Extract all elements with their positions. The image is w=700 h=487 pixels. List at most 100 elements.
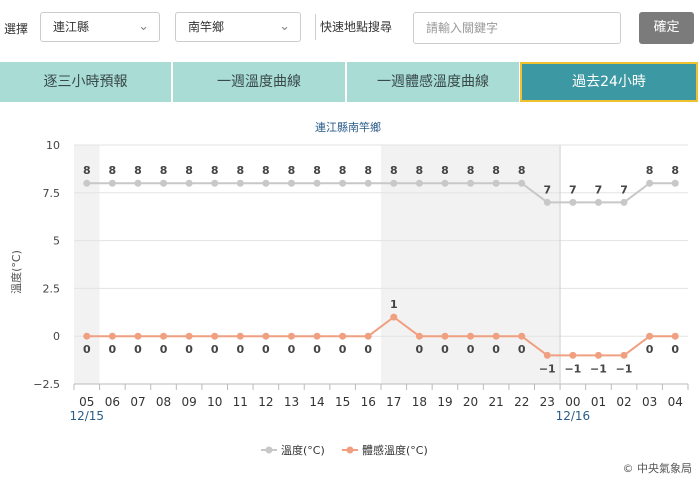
- temperature-data-label: 8: [492, 164, 500, 177]
- temperature-data-label: 7: [595, 183, 603, 196]
- temperature-data-label: 8: [211, 164, 219, 177]
- temperature-chart: 連江縣南竿鄉 溫度(°C) 107.552.50−2.5 05 06 07 08 09 1…: [9, 120, 693, 475]
- township-select[interactable]: 南竿鄉 ⌄: [175, 12, 301, 42]
- apparent-temperature-point: [543, 351, 551, 359]
- apparent-temperature-data-label: 0: [646, 343, 654, 356]
- temperature-data-label: 8: [671, 164, 679, 177]
- apparent-temperature-data-label: 0: [441, 343, 449, 356]
- y-tick-label: 5: [53, 235, 60, 248]
- credit-text: © 中央氣象局: [623, 461, 693, 475]
- tab-3hour-forecast[interactable]: 逐三小時預報: [0, 62, 171, 102]
- apparent-temperature-data-label: 1: [390, 298, 398, 311]
- apparent-temperature-point: [287, 332, 295, 340]
- tab-past-24-hours[interactable]: 過去24小時: [520, 62, 698, 102]
- temperature-point: [134, 179, 142, 187]
- apparent-temperature-point: [108, 332, 116, 340]
- apparent-temperature-data-label: −1: [616, 362, 633, 375]
- date-label: 12/15: [69, 409, 104, 423]
- apparent-temperature-point: [390, 313, 398, 321]
- tab-weekly-temperature[interactable]: 一週溫度曲線: [173, 62, 345, 102]
- apparent-temperature-point: [441, 332, 449, 340]
- apparent-temperature-point: [262, 332, 270, 340]
- temperature-data-label: 7: [620, 183, 628, 196]
- temperature-data-label: 7: [569, 183, 577, 196]
- temperature-data-label: 8: [339, 164, 347, 177]
- temperature-data-label: 8: [262, 164, 270, 177]
- apparent-temperature-data-label: 0: [364, 343, 372, 356]
- x-tick-label: 18: [412, 395, 427, 409]
- temperature-point: [671, 179, 679, 187]
- apparent-temperature-point: [671, 332, 679, 340]
- apparent-temperature-data-label: 0: [492, 343, 500, 356]
- temperature-point: [620, 198, 628, 206]
- confirm-button[interactable]: 確定: [639, 12, 694, 44]
- x-tick-label: 16: [361, 395, 376, 409]
- apparent-temperature-point: [646, 332, 654, 340]
- apparent-temperature-point: [467, 332, 475, 340]
- quick-search-label: 快速地點搜尋: [315, 14, 392, 40]
- apparent-temperature-data-label: 0: [185, 343, 193, 356]
- tab-weekly-apparent-temperature[interactable]: 一週體感溫度曲線: [347, 62, 519, 102]
- township-select-value: 南竿鄉: [188, 20, 225, 34]
- x-tick-label: 07: [130, 395, 145, 409]
- temperature-point: [594, 198, 602, 206]
- x-tick-label: 22: [514, 395, 529, 409]
- y-tick-label: 0: [53, 330, 60, 343]
- temperature-data-label: 8: [467, 164, 475, 177]
- apparent-temperature-point: [313, 332, 321, 340]
- tab-bar: 逐三小時預報 一週溫度曲線 一週體感溫度曲線 過去24小時: [0, 62, 700, 104]
- chart-title: 連江縣南竿鄉: [315, 120, 381, 134]
- y-axis-label: 溫度(°C): [9, 250, 23, 294]
- y-tick-label: −2.5: [33, 378, 60, 391]
- apparent-temperature-data-label: −1: [564, 362, 581, 375]
- apparent-temperature-point: [620, 351, 628, 359]
- temperature-point: [211, 179, 219, 187]
- x-tick-label: 13: [284, 395, 299, 409]
- x-tick-label: 19: [437, 395, 452, 409]
- apparent-temperature-point: [185, 332, 193, 340]
- x-tick-label: 09: [181, 395, 196, 409]
- x-tick-label: 05: [79, 395, 94, 409]
- apparent-temperature-point: [134, 332, 142, 340]
- apparent-temperature-data-label: 0: [134, 343, 142, 356]
- apparent-temperature-point: [160, 332, 168, 340]
- temperature-point: [108, 179, 116, 187]
- apparent-temperature-data-label: 0: [262, 343, 270, 356]
- x-tick-label: 02: [616, 395, 631, 409]
- temperature-data-label: 8: [185, 164, 193, 177]
- apparent-temperature-data-label: 0: [313, 343, 321, 356]
- apparent-temperature-data-label: −1: [539, 362, 556, 375]
- apparent-temperature-point: [569, 351, 577, 359]
- temperature-point: [441, 179, 449, 187]
- temperature-data-label: 8: [160, 164, 168, 177]
- apparent-temperature-data-label: 0: [288, 343, 296, 356]
- apparent-temperature-data-label: 0: [416, 343, 424, 356]
- x-tick-label: 12: [258, 395, 273, 409]
- filter-bar: 選擇 連江縣 ⌄ 南竿鄉 ⌄ 快速地點搜尋 確定: [0, 0, 700, 56]
- county-select[interactable]: 連江縣 ⌄: [40, 12, 160, 42]
- temperature-point: [467, 179, 475, 187]
- temperature-point: [492, 179, 500, 187]
- search-input[interactable]: [413, 12, 621, 44]
- apparent-temperature-data-label: 0: [211, 343, 219, 356]
- x-tick-label: 15: [335, 395, 350, 409]
- apparent-temperature-point: [594, 351, 602, 359]
- select-label: 選擇: [4, 22, 29, 36]
- apparent-temperature-point: [83, 332, 91, 340]
- apparent-temperature-data-label: 0: [339, 343, 347, 356]
- x-tick-label: 20: [463, 395, 478, 409]
- temperature-data-label: 8: [441, 164, 449, 177]
- apparent-temperature-data-label: −1: [590, 362, 607, 375]
- temperature-data-label: 8: [83, 164, 91, 177]
- legend-temperature: 溫度(°C): [281, 443, 325, 457]
- y-tick-label: 7.5: [43, 187, 61, 200]
- chevron-down-icon: ⌄: [138, 19, 149, 34]
- x-tick-label: 04: [668, 395, 683, 409]
- apparent-temperature-data-label: 0: [236, 343, 244, 356]
- temperature-data-label: 7: [543, 183, 551, 196]
- temperature-point: [518, 179, 526, 187]
- x-tick-label: 23: [540, 395, 555, 409]
- apparent-temperature-point: [211, 332, 219, 340]
- apparent-temperature-data-label: 0: [467, 343, 475, 356]
- x-tick-label: 14: [309, 395, 324, 409]
